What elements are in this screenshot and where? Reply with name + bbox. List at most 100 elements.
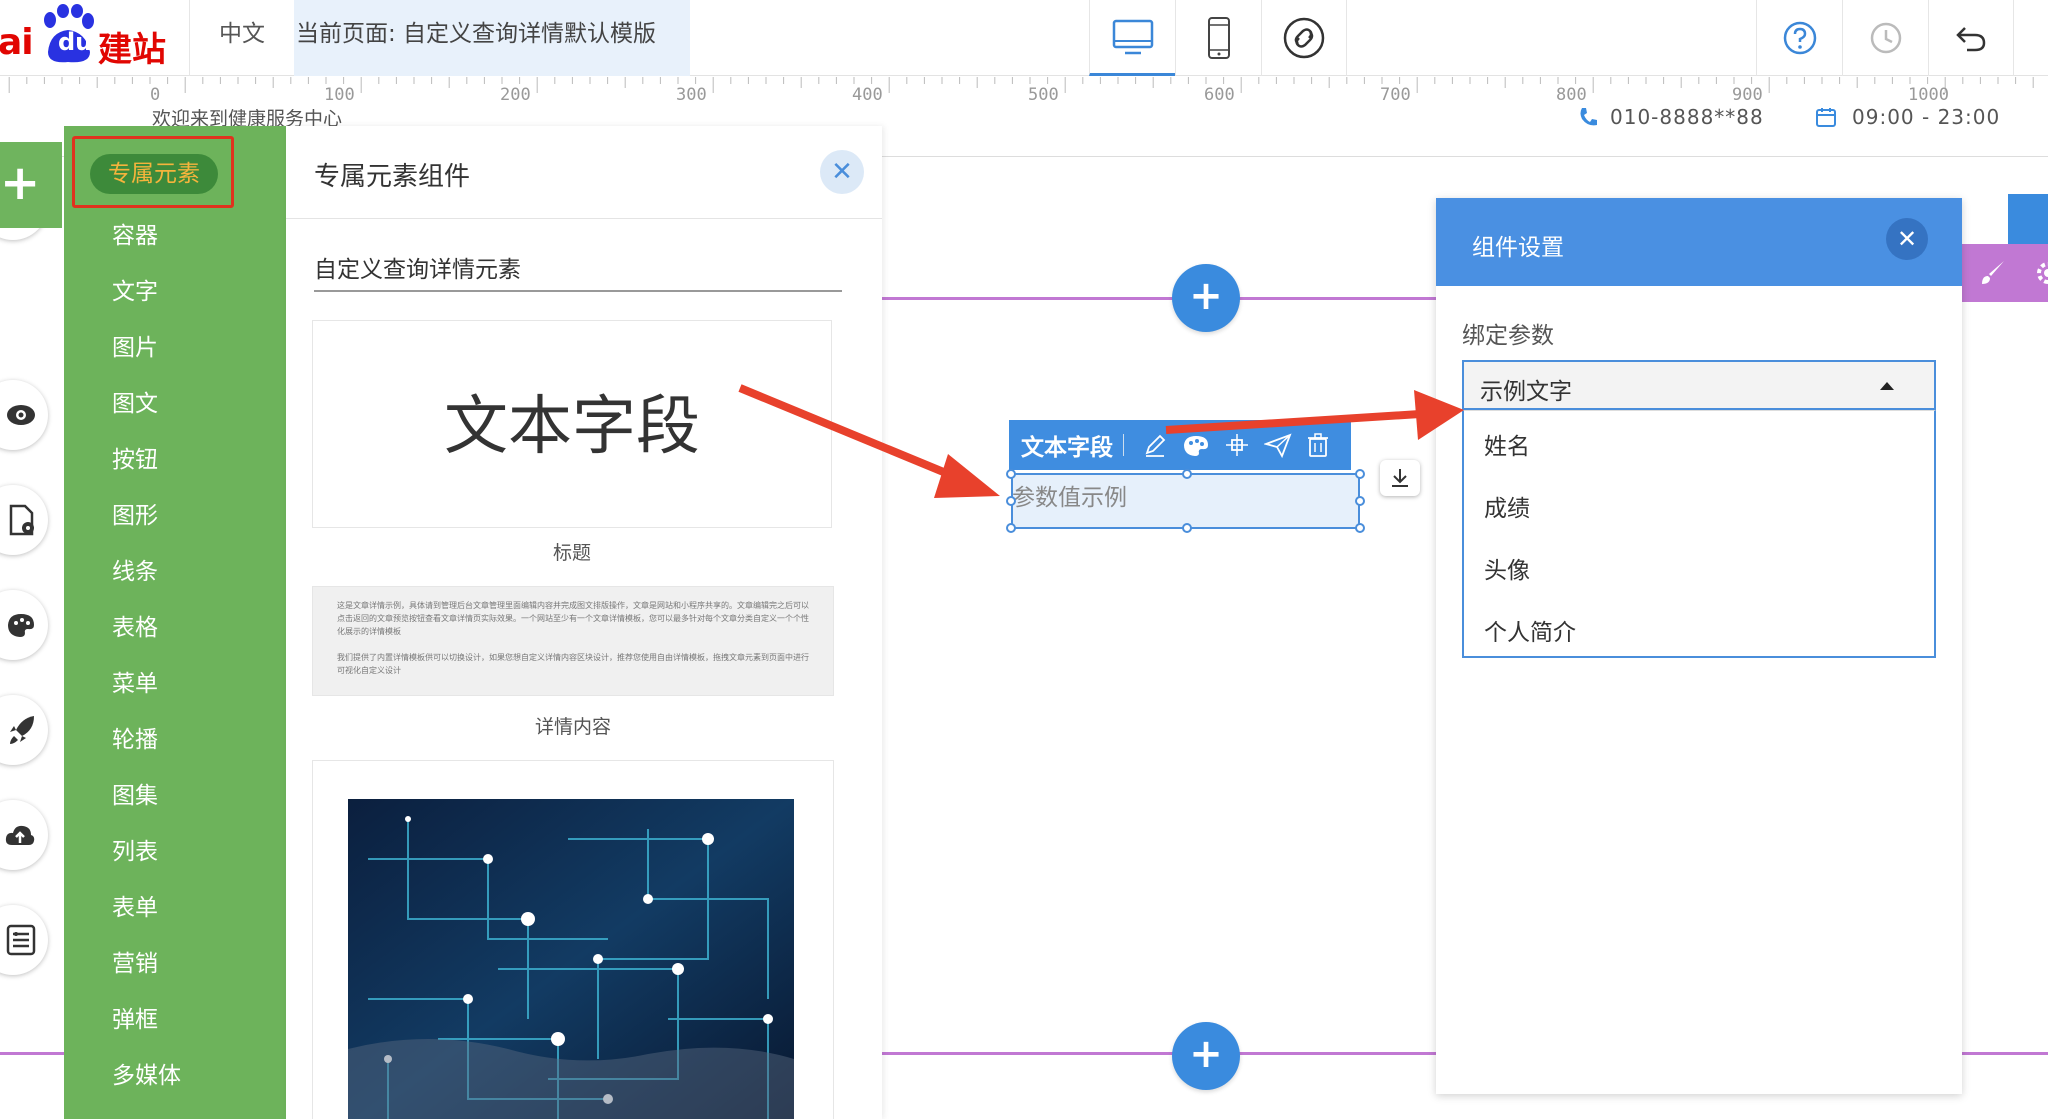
- rail-page-settings-button[interactable]: [0, 485, 48, 555]
- ruler-label: 900: [1732, 85, 1763, 105]
- resize-handle[interactable]: [1006, 496, 1016, 506]
- card-preview-text: 文本字段: [444, 390, 700, 464]
- delete-icon[interactable]: [1306, 432, 1330, 458]
- section-boundary-top: [882, 297, 1440, 300]
- logo-ai-text: ai: [0, 22, 34, 63]
- undo-button[interactable]: [1928, 0, 2014, 76]
- business-hours[interactable]: 09:00 - 23:00: [1852, 105, 2000, 129]
- category-item[interactable]: 容器: [112, 216, 158, 250]
- category-item[interactable]: 菜单: [112, 664, 158, 698]
- bind-param-select[interactable]: 示例文字: [1462, 360, 1936, 410]
- component-card-title[interactable]: 文本字段: [312, 320, 832, 528]
- category-item[interactable]: 图文: [112, 384, 158, 418]
- form-icon: [6, 924, 36, 956]
- category-exclusive-elements[interactable]: 专属元素: [90, 154, 218, 194]
- component-card-image[interactable]: [312, 760, 834, 1119]
- settings-title: 组件设置: [1472, 235, 1564, 261]
- rail-theme-button[interactable]: [0, 590, 48, 660]
- rail-preview-button[interactable]: [0, 380, 48, 450]
- desktop-view-button[interactable]: [1089, 0, 1175, 76]
- edit-icon[interactable]: [1142, 432, 1168, 458]
- caret-up-icon: [1880, 382, 1894, 390]
- send-icon[interactable]: [1264, 432, 1292, 458]
- resize-handle[interactable]: [1006, 469, 1016, 479]
- panel-divider: [286, 218, 882, 219]
- palette-icon[interactable]: [1182, 432, 1210, 458]
- move-icon[interactable]: [1224, 432, 1250, 458]
- undo-icon: [1956, 27, 1986, 52]
- mobile-view-button[interactable]: [1175, 0, 1261, 76]
- current-page-label[interactable]: 当前页面: 自定义查询详情默认模版: [294, 0, 690, 76]
- resize-handle[interactable]: [1006, 523, 1016, 533]
- category-item[interactable]: 营销: [112, 944, 158, 978]
- add-section-button-top[interactable]: +: [1172, 264, 1240, 332]
- ruler-label: 200: [500, 85, 531, 105]
- rail-upload-button[interactable]: [0, 800, 48, 870]
- category-item[interactable]: 轮播: [112, 720, 158, 754]
- category-item[interactable]: 弹框: [112, 1000, 158, 1034]
- rocket-icon: [10, 716, 34, 744]
- ruler-label: 300: [676, 85, 707, 105]
- right-edge-tab[interactable]: [2008, 194, 2048, 244]
- bind-param-label: 绑定参数: [1462, 323, 1554, 349]
- category-item[interactable]: 列表: [112, 832, 158, 866]
- resize-handle[interactable]: [1182, 523, 1192, 533]
- category-item[interactable]: 线条: [112, 552, 158, 586]
- resize-handle[interactable]: [1182, 469, 1192, 479]
- close-icon[interactable]: ✕: [1886, 218, 1928, 260]
- language-switch[interactable]: 中文: [190, 0, 294, 76]
- selected-text-value: 参数值示例: [1012, 485, 1127, 511]
- category-item[interactable]: 表格: [112, 608, 158, 642]
- card-label: 详情内容: [534, 716, 611, 738]
- close-icon[interactable]: ✕: [820, 150, 864, 194]
- gear-icon: [2037, 262, 2048, 284]
- section-tools[interactable]: [1962, 244, 2048, 302]
- dropdown-option[interactable]: 个人简介: [1484, 613, 1576, 647]
- card-preview-image: [348, 799, 794, 1119]
- category-item[interactable]: 图片: [112, 328, 158, 362]
- history-button[interactable]: [1842, 0, 1928, 76]
- download-button[interactable]: [1380, 460, 1420, 496]
- page-settings-icon: [9, 504, 34, 536]
- phone-icon: [1580, 108, 1597, 126]
- card-preview-paragraph: 这是文章详情示例，具体请到管理后台文章管理里面编辑内容并完成图文排版操作，文章是…: [312, 586, 834, 696]
- element-category-panel: 专属元素 容器 文字 图片 图文 按钮 图形 线条 表格 菜单 轮播 图集 列表…: [64, 126, 286, 1119]
- category-item[interactable]: 文字: [112, 272, 158, 306]
- category-item[interactable]: 图集: [112, 776, 158, 810]
- brush-icon: [1982, 261, 2004, 284]
- ruler-label: 400: [852, 85, 883, 105]
- component-settings-panel: 组件设置 ✕ 绑定参数 示例文字 姓名 成绩 头像 个人简介: [1436, 198, 1962, 1094]
- rail-form-button[interactable]: [0, 905, 48, 975]
- calendar-icon: [1816, 108, 1836, 127]
- palette-icon: [8, 614, 34, 637]
- category-item[interactable]: 按钮: [112, 440, 158, 474]
- resize-handle[interactable]: [1355, 496, 1365, 506]
- bind-param-options: 姓名 成绩 头像 个人简介: [1462, 410, 1936, 658]
- link-icon: [1283, 17, 1325, 59]
- help-button[interactable]: [1756, 0, 1842, 76]
- toolbar-divider: [1123, 434, 1124, 456]
- baidu-jianzhan-logo[interactable]: ai du 建站: [0, 0, 190, 76]
- add-section-button-bottom[interactable]: +: [1172, 1022, 1240, 1090]
- download-icon: [1392, 469, 1408, 487]
- ruler-label: 800: [1556, 85, 1587, 105]
- add-element-button[interactable]: +: [0, 142, 62, 228]
- mini-program-button[interactable]: [1261, 0, 1347, 76]
- category-item[interactable]: 多媒体: [112, 1056, 181, 1090]
- mobile-icon: [1207, 17, 1230, 59]
- ruler-label: 500: [1028, 85, 1059, 105]
- resize-handle[interactable]: [1355, 523, 1365, 533]
- category-item[interactable]: 表单: [112, 888, 158, 922]
- dropdown-option[interactable]: 姓名: [1484, 427, 1530, 461]
- dropdown-option[interactable]: 成绩: [1484, 489, 1530, 523]
- resize-handle[interactable]: [1355, 469, 1365, 479]
- bind-param-value: 示例文字: [1480, 379, 1572, 405]
- rail-publish-button[interactable]: [0, 695, 48, 765]
- logo-du-text: du: [58, 28, 93, 56]
- category-item[interactable]: 图形: [112, 496, 158, 530]
- dropdown-option[interactable]: 头像: [1484, 551, 1530, 585]
- ruler-label: 100: [324, 85, 355, 105]
- subtitle-underline: [314, 290, 842, 292]
- contact-phone[interactable]: 010-8888**88: [1610, 105, 1764, 129]
- cloud-upload-icon: [5, 825, 35, 845]
